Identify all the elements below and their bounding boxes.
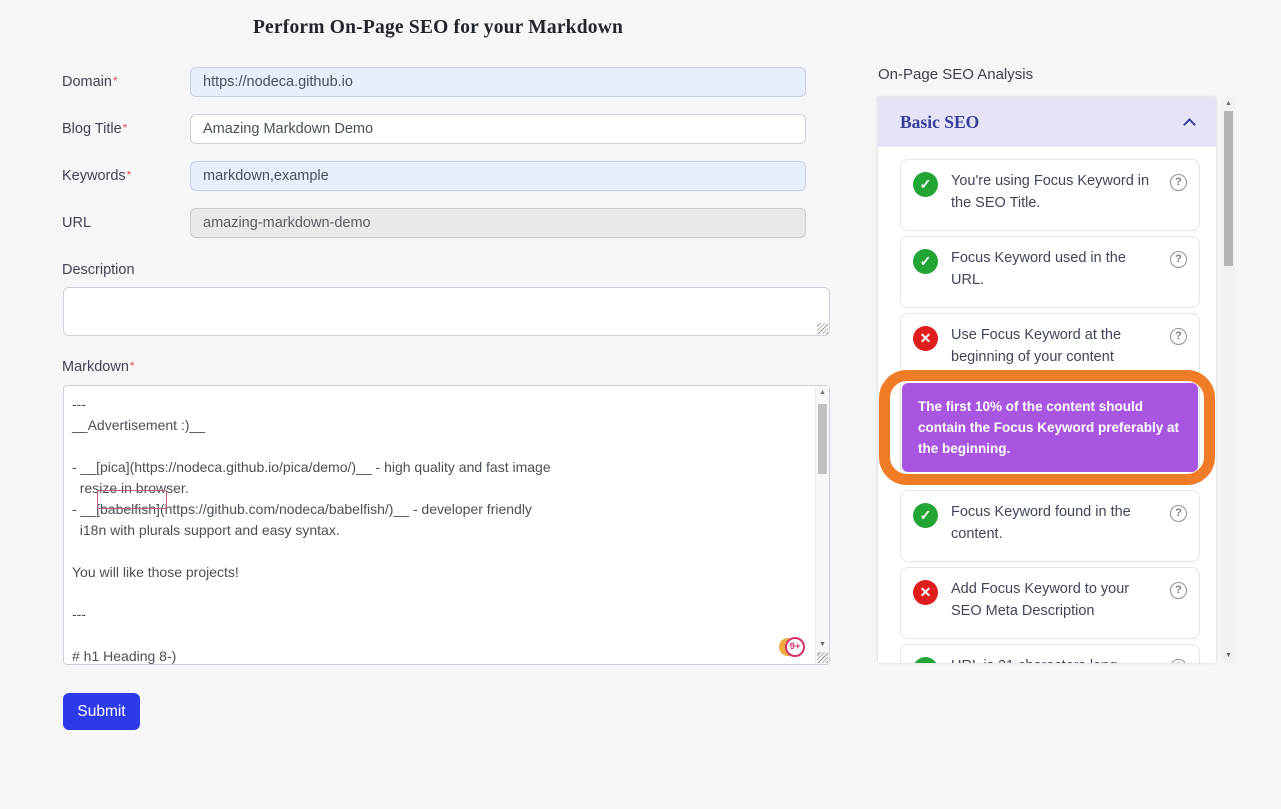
basic-seo-heading: Basic SEO: [900, 112, 1185, 133]
description-field-box: [63, 287, 830, 336]
chevron-up-icon: [1183, 118, 1196, 131]
markdown-field-box: --- __Advertisement :)__ - __[pica](http…: [63, 385, 830, 665]
help-icon[interactable]: ?: [1170, 251, 1187, 268]
scroll-down-icon[interactable]: ▼: [1222, 649, 1235, 663]
help-icon[interactable]: ?: [1170, 505, 1187, 522]
seo-check-text: URL is 21 characters long: [951, 656, 1153, 663]
page-title: Perform On-Page SEO for your Markdown: [0, 17, 876, 39]
seo-check-card: ✓ You're using Focus Keyword in the SEO …: [900, 159, 1200, 231]
required-asterisk: *: [123, 121, 128, 135]
scroll-down-icon[interactable]: ▼: [816, 638, 829, 652]
seo-check-card: ✓ Focus Keyword found in the content. ?: [900, 490, 1200, 562]
blog-title-input[interactable]: [190, 114, 806, 144]
seo-tooltip-text: The first 10% of the content should cont…: [918, 399, 1179, 456]
check-icon: ✓: [913, 503, 938, 528]
required-asterisk: *: [127, 168, 132, 182]
blog-title-label: Blog Title*: [62, 121, 127, 137]
description-textarea[interactable]: [64, 288, 829, 335]
domain-label-text: Domain: [62, 74, 112, 90]
seo-check-card: ✓ Focus Keyword used in the URL. ?: [900, 236, 1200, 308]
description-label: Description: [62, 262, 135, 278]
scrollbar-thumb[interactable]: [818, 404, 827, 474]
resize-handle-icon[interactable]: [817, 323, 828, 334]
seo-check-text: Focus Keyword used in the URL.: [951, 248, 1153, 291]
grammarly-count: 9+: [785, 637, 805, 657]
markdown-textarea[interactable]: --- __Advertisement :)__ - __[pica](http…: [64, 386, 829, 664]
domain-input[interactable]: [190, 67, 806, 97]
cross-icon: ✕: [913, 580, 938, 605]
required-asterisk: *: [130, 359, 135, 373]
seo-check-text: Focus Keyword found in the content.: [951, 502, 1153, 545]
analysis-panel: Basic SEO ✓ You're using Focus Keyword i…: [878, 97, 1216, 663]
url-input: [190, 208, 806, 238]
url-label-text: URL: [62, 215, 91, 231]
help-icon[interactable]: ?: [1170, 174, 1187, 191]
scroll-up-icon[interactable]: ▲: [816, 386, 829, 400]
seo-check-card-highlighted: ✕ Use Focus Keyword at the beginning of …: [900, 313, 1200, 485]
markdown-label: Markdown*: [62, 359, 135, 375]
keywords-label-text: Keywords: [62, 168, 126, 184]
required-asterisk: *: [113, 74, 118, 88]
seo-check-text: Add Focus Keyword to your SEO Meta Descr…: [951, 579, 1153, 622]
seo-check-card: ✕ Add Focus Keyword to your SEO Meta Des…: [900, 567, 1200, 639]
help-icon[interactable]: ?: [1170, 582, 1187, 599]
description-label-text: Description: [62, 262, 135, 278]
scroll-up-icon[interactable]: ▲: [1222, 97, 1235, 111]
keywords-input[interactable]: [190, 161, 806, 191]
submit-button[interactable]: Submit: [63, 693, 140, 730]
grammarly-badge[interactable]: 9+: [783, 637, 805, 657]
help-icon[interactable]: ?: [1170, 659, 1187, 663]
blog-title-label-text: Blog Title: [62, 121, 122, 137]
seo-markdown-page: Perform On-Page SEO for your Markdown Do…: [0, 0, 1281, 809]
check-icon: ✓: [913, 249, 938, 274]
check-icon: ✓: [913, 657, 938, 663]
keywords-label: Keywords*: [62, 168, 131, 184]
seo-check-card: ✓ URL is 21 characters long ?: [900, 644, 1200, 663]
resize-handle-icon[interactable]: [817, 652, 828, 663]
check-icon: ✓: [913, 172, 938, 197]
analysis-scrollbar[interactable]: ▲ ▼: [1222, 97, 1235, 663]
analysis-title: On-Page SEO Analysis: [878, 66, 1033, 83]
markdown-scrollbar[interactable]: ▲ ▼: [815, 386, 829, 664]
seo-check-text: Use Focus Keyword at the beginning of yo…: [951, 325, 1153, 368]
seo-check-text: You're using Focus Keyword in the SEO Ti…: [951, 171, 1153, 214]
scrollbar-thumb[interactable]: [1224, 111, 1233, 266]
help-icon[interactable]: ?: [1170, 328, 1187, 345]
cross-icon: ✕: [913, 326, 938, 351]
domain-label: Domain*: [62, 74, 118, 90]
markdown-label-text: Markdown: [62, 359, 129, 375]
seo-check-list: ✓ You're using Focus Keyword in the SEO …: [878, 147, 1216, 663]
url-label: URL: [62, 215, 91, 231]
seo-tooltip: The first 10% of the content should cont…: [902, 383, 1198, 472]
basic-seo-accordion-header[interactable]: Basic SEO: [878, 97, 1216, 147]
